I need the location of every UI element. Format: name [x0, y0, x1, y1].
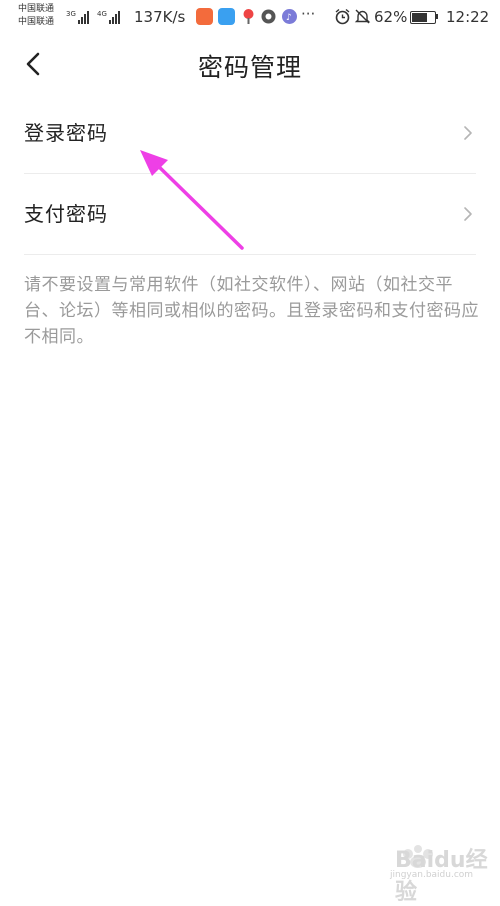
alarm-icon [335, 8, 350, 25]
battery-level [412, 13, 427, 22]
battery-icon [410, 11, 436, 24]
chevron-right-icon [464, 207, 472, 221]
battery-tip [436, 14, 438, 19]
title-bar: 密码管理 [0, 34, 500, 94]
battery-percent: 62% [374, 8, 408, 26]
music-icon: ♪ [282, 9, 297, 24]
menu-item-label: 登录密码 [24, 121, 108, 145]
svg-text:♪: ♪ [286, 13, 292, 23]
password-hint-text: 请不要设置与常用软件（如社交软件）、网站（如社交平台、论坛）等相同或相似的密码。… [24, 275, 479, 347]
signal-icon: 3G [66, 10, 89, 24]
page-title: 密码管理 [197, 53, 302, 82]
divider [24, 254, 476, 255]
map-pin-icon [243, 9, 254, 24]
app-icon [196, 8, 213, 25]
menu-item-payment-password[interactable]: 支付密码 [0, 174, 500, 254]
watermark-url: jingyan.baidu.com [390, 870, 474, 880]
clock: 12:22 [446, 8, 490, 26]
menu-item-login-password[interactable]: 登录密码 [0, 93, 500, 173]
network-type-2: 4G [97, 10, 107, 18]
network-speed: 137K/s [134, 8, 186, 26]
mute-icon [354, 9, 371, 24]
carrier-2: 中国联通 [18, 17, 55, 27]
app-icon [218, 8, 235, 25]
status-bar: 中国联通 中国联通 3G 4G 137K/s ♪ ··· 62% 12:22 [0, 0, 500, 34]
carrier-labels: 中国联通 中国联通 [18, 3, 54, 29]
signal-icon: 4G [97, 10, 120, 24]
chevron-right-icon [464, 126, 472, 140]
app-icon [261, 9, 276, 24]
more-notifications: ··· [301, 5, 316, 23]
carrier-1: 中国联通 [18, 4, 55, 14]
network-type-1: 3G [66, 10, 76, 18]
menu-item-label: 支付密码 [24, 202, 108, 226]
